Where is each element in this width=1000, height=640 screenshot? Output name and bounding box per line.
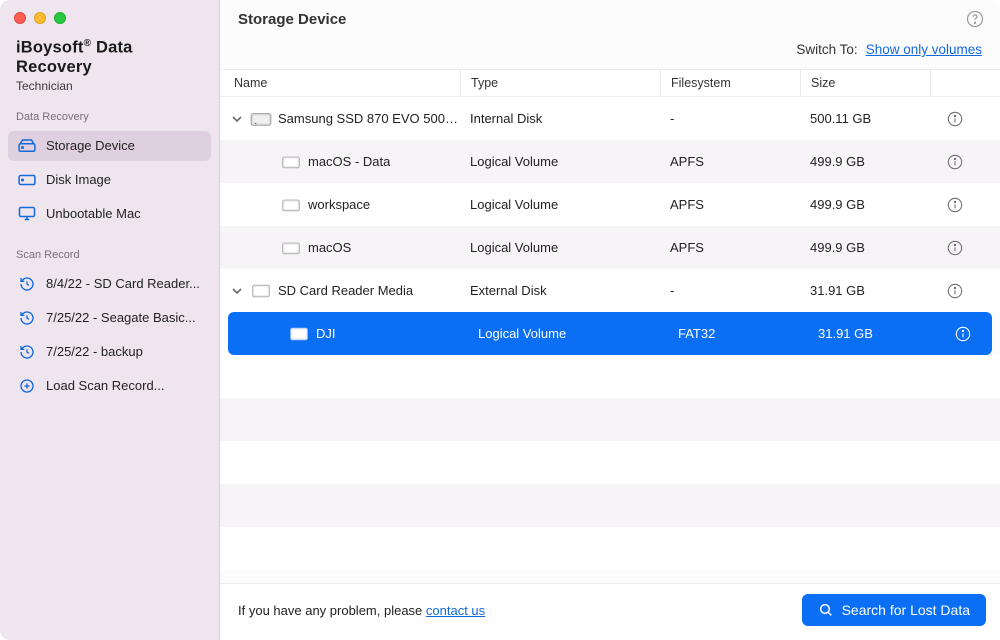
sidebar-item-label: 7/25/22 - Seagate Basic... [46,310,196,325]
volume-icon [288,324,310,344]
row-name: DJI [316,326,336,341]
table-header: Name Type Filesystem Size [220,69,1000,97]
row-size: 31.91 GB [800,283,930,298]
table-empty-area [220,355,1000,570]
row-name: macOS [308,240,351,255]
brand-title: iBoysoft® Data Recovery [16,38,203,77]
help-icon[interactable] [966,10,984,28]
table-row-selected[interactable]: DJI Logical Volume FAT32 31.91 GB [228,312,992,355]
section-label-data-recovery: Data Recovery [0,93,219,129]
minimize-icon[interactable] [34,12,46,24]
sidebar-item-storage-device[interactable]: Storage Device [8,131,211,161]
row-filesystem: APFS [660,240,800,255]
page-title: Storage Device [238,11,346,28]
history-icon [18,276,36,292]
row-filesystem: FAT32 [668,326,808,341]
internal-disk-icon [250,109,272,129]
app-window: iBoysoft® Data Recovery Technician Data … [0,0,1000,640]
volume-icon [280,152,302,172]
sidebar-item-label: 8/4/22 - SD Card Reader... [46,276,200,291]
sidebar-item-unbootable-mac[interactable]: Unbootable Mac [8,199,211,229]
info-button[interactable] [930,197,980,213]
row-size: 499.9 GB [800,197,930,212]
sidebar-item-scan-record-1[interactable]: 7/25/22 - Seagate Basic... [8,303,211,333]
sidebar-item-scan-record-2[interactable]: 7/25/22 - backup [8,337,211,367]
device-table: Name Type Filesystem Size Samsung SSD 87… [220,69,1000,583]
header: Storage Device [220,0,1000,40]
info-button[interactable] [930,283,980,299]
row-size: 500.11 GB [800,111,930,126]
search-button-label: Search for Lost Data [842,602,970,618]
row-name: Samsung SSD 870 EVO 500GB... [278,111,460,126]
zoom-icon[interactable] [54,12,66,24]
sidebar-item-label: 7/25/22 - backup [46,344,143,359]
info-button[interactable] [930,240,980,256]
hard-drive-icon [18,138,36,154]
row-type: Logical Volume [468,326,668,341]
row-size: 31.91 GB [808,326,938,341]
row-filesystem: APFS [660,154,800,169]
search-for-lost-data-button[interactable]: Search for Lost Data [802,594,986,626]
row-type: External Disk [460,283,660,298]
col-header-filesystem[interactable]: Filesystem [660,70,800,96]
volume-icon [280,195,302,215]
info-button[interactable] [930,111,980,127]
row-filesystem: - [660,283,800,298]
table-row[interactable]: workspace Logical Volume APFS 499.9 GB [220,183,1000,226]
col-header-name[interactable]: Name [220,76,460,90]
contact-link[interactable]: contact us [426,603,485,618]
row-name: workspace [308,197,370,212]
row-size: 499.9 GB [800,154,930,169]
sidebar: iBoysoft® Data Recovery Technician Data … [0,0,220,640]
brand-title-pre: iBoysoft [16,39,84,57]
switch-link[interactable]: Show only volumes [866,42,982,57]
sidebar-item-label: Storage Device [46,138,135,153]
brand-subtitle: Technician [16,79,203,93]
info-button[interactable] [938,326,988,342]
close-icon[interactable] [14,12,26,24]
search-icon [818,602,834,618]
col-header-size[interactable]: Size [800,70,930,96]
footer-text: If you have any problem, please contact … [238,603,485,618]
volume-icon [280,238,302,258]
row-size: 499.9 GB [800,240,930,255]
col-header-type[interactable]: Type [460,70,660,96]
external-disk-icon [250,281,272,301]
sidebar-item-disk-image[interactable]: Disk Image [8,165,211,195]
disk-image-icon [18,172,36,188]
sidebar-item-scan-record-0[interactable]: 8/4/22 - SD Card Reader... [8,269,211,299]
table-row[interactable]: macOS Logical Volume APFS 499.9 GB [220,226,1000,269]
row-name: macOS - Data [308,154,390,169]
switch-row: Switch To: Show only volumes [220,40,1000,69]
history-icon [18,310,36,326]
chevron-down-icon[interactable] [230,286,244,296]
row-filesystem: APFS [660,197,800,212]
brand-block: iBoysoft® Data Recovery Technician [0,32,219,93]
chevron-down-icon[interactable] [230,114,244,124]
row-name: SD Card Reader Media [278,283,413,298]
main-panel: Storage Device Switch To: Show only volu… [220,0,1000,640]
footer-prefix: If you have any problem, please [238,603,426,618]
sidebar-item-load-scan-record[interactable]: Load Scan Record... [8,371,211,401]
info-button[interactable] [930,154,980,170]
col-header-info [930,70,980,96]
row-type: Logical Volume [460,197,660,212]
row-filesystem: - [660,111,800,126]
row-type: Logical Volume [460,154,660,169]
row-type: Internal Disk [460,111,660,126]
row-type: Logical Volume [460,240,660,255]
table-row[interactable]: Samsung SSD 870 EVO 500GB... Internal Di… [220,97,1000,140]
switch-label: Switch To: [796,42,857,57]
sidebar-item-label: Load Scan Record... [46,378,165,393]
window-controls [0,0,219,32]
sidebar-item-label: Disk Image [46,172,111,187]
table-row[interactable]: SD Card Reader Media External Disk - 31.… [220,269,1000,312]
history-icon [18,344,36,360]
section-label-scan-record: Scan Record [0,231,219,267]
monitor-icon [18,206,36,222]
sidebar-item-label: Unbootable Mac [46,206,141,221]
table-row[interactable]: macOS - Data Logical Volume APFS 499.9 G… [220,140,1000,183]
footer: If you have any problem, please contact … [220,583,1000,640]
plus-circle-icon [18,378,36,394]
